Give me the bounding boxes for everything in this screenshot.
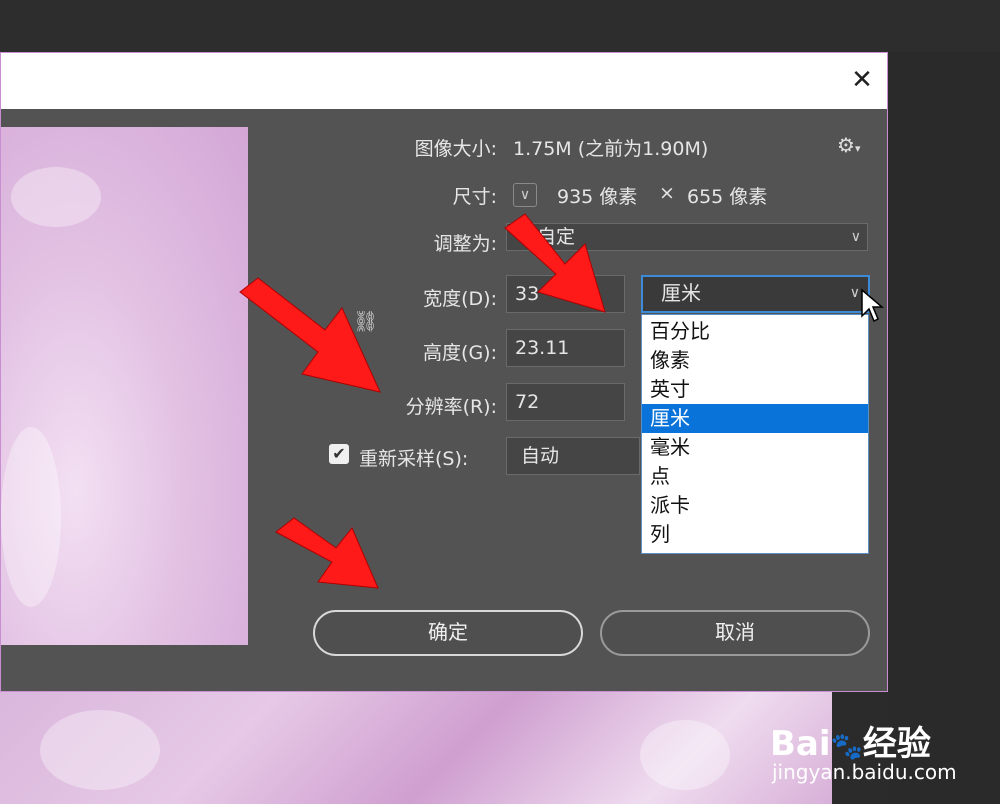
- paw-icon: 🐾: [830, 732, 863, 762]
- watermark: Bai🐾经验 jingyan.baidu.com: [770, 690, 1000, 804]
- annotation-arrows: [239, 213, 606, 589]
- arrow-icon: [504, 213, 606, 313]
- watermark-url: jingyan.baidu.com: [772, 760, 957, 784]
- arrow-icon: [275, 517, 379, 589]
- watermark-brand-text: Bai: [770, 724, 831, 764]
- watermark-brand: Bai🐾经验: [770, 716, 931, 765]
- watermark-brand-suffix: 经验: [862, 724, 931, 764]
- arrow-icon: [239, 277, 381, 393]
